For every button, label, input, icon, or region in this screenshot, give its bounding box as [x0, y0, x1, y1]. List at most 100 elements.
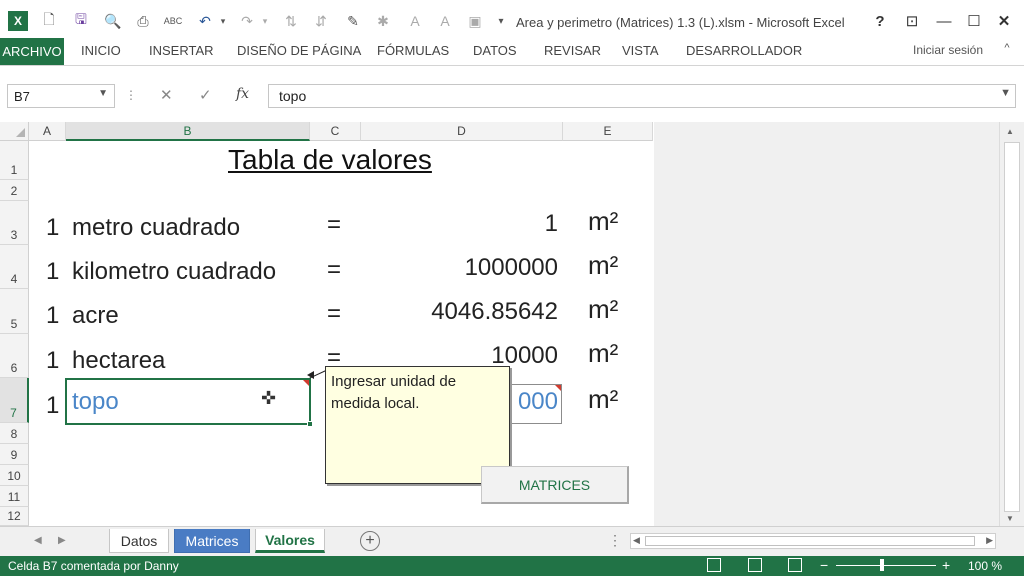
print-preview-icon[interactable]: 🔍 [104, 12, 122, 30]
add-sheet-button[interactable]: + [360, 531, 380, 551]
page-break-view-icon[interactable] [788, 558, 802, 572]
print-icon[interactable]: ⎙ [134, 12, 152, 30]
redo-icon[interactable]: ↷ [238, 12, 256, 30]
row-header-9[interactable]: 9 [0, 444, 29, 465]
cell-e3[interactable]: m² [588, 206, 618, 237]
tab-inicio[interactable]: INICIO [81, 43, 121, 58]
scroll-left-icon[interactable]: ◀ [633, 535, 640, 546]
cell-e7[interactable]: m² [588, 384, 618, 415]
tab-vista[interactable]: VISTA [622, 43, 659, 58]
text-case-icon[interactable]: A [436, 12, 454, 30]
spelling-icon[interactable]: ABC [164, 12, 183, 30]
redo-dropdown-icon[interactable]: ▾ [256, 12, 274, 30]
cell-a7[interactable]: 1 [46, 392, 59, 420]
tab-formulas[interactable]: FÓRMULAS [377, 43, 449, 58]
column-header-e[interactable]: E [563, 122, 653, 141]
column-header-a[interactable]: A [29, 122, 66, 141]
scroll-up-icon[interactable]: ▲ [1006, 127, 1014, 136]
cell-d5[interactable]: 4046.85642 [380, 298, 558, 326]
cell-b6[interactable]: hectarea [72, 347, 165, 375]
ribbon-display-button[interactable]: ⊡ [900, 10, 924, 32]
cancel-icon[interactable]: ✕ [160, 86, 173, 104]
row-header-4[interactable]: 4 [0, 245, 29, 289]
cell-e6[interactable]: m² [588, 338, 618, 369]
chevron-down-icon[interactable]: ▼ [1000, 87, 1011, 99]
name-box[interactable]: B7 ▼ [7, 84, 115, 108]
help-button[interactable]: ? [868, 10, 892, 32]
close-button[interactable]: ✕ [992, 10, 1016, 32]
save-icon[interactable]: 🖫 [72, 11, 90, 30]
cell-e4[interactable]: m² [588, 250, 618, 281]
cell-e5[interactable]: m² [588, 294, 618, 325]
vertical-scrollbar[interactable]: ▲ ▼ [999, 122, 1024, 526]
column-header-b[interactable]: B [66, 122, 310, 141]
row-header-6[interactable]: 6 [0, 334, 29, 378]
table-title[interactable]: Tabla de valores [228, 144, 432, 176]
tab-archivo[interactable]: ARCHIVO [0, 38, 64, 65]
sheet-tab-matrices[interactable]: Matrices [174, 529, 250, 553]
row-header-2[interactable]: 2 [0, 180, 29, 201]
cell-a6[interactable]: 1 [46, 347, 59, 375]
new-document-icon[interactable]: 🗋 [40, 11, 58, 30]
page-layout-view-icon[interactable] [748, 558, 762, 572]
sheet-tab-datos[interactable]: Datos [109, 529, 169, 553]
enter-icon[interactable]: ✓ [199, 86, 212, 104]
zoom-level[interactable]: 100 % [968, 559, 1002, 573]
column-header-d[interactable]: D [361, 122, 563, 141]
scroll-down-icon[interactable]: ▼ [1006, 514, 1014, 523]
tab-insertar[interactable]: INSERTAR [149, 43, 214, 58]
row-header-1[interactable]: 1 [0, 141, 29, 180]
chevron-down-icon[interactable]: ▼ [98, 88, 108, 99]
cell-b5[interactable]: acre [72, 302, 119, 330]
cell-a3[interactable]: 1 [46, 214, 59, 242]
row-header-12[interactable]: 12 [0, 507, 29, 526]
row-header-5[interactable]: 5 [0, 289, 29, 334]
sign-in-link[interactable]: Iniciar sesión [913, 43, 983, 57]
cell-d3[interactable]: 1 [380, 210, 558, 238]
insert-image-icon[interactable]: ▣ [466, 12, 484, 30]
sort-ascending-icon[interactable]: ⇅ [282, 12, 300, 30]
row-header-8[interactable]: 8 [0, 423, 29, 444]
sort-descending-icon[interactable]: ⇵ [312, 12, 330, 30]
cell-b7[interactable]: topo [72, 388, 119, 416]
row-header-3[interactable]: 3 [0, 201, 29, 245]
cell-a5[interactable]: 1 [46, 302, 59, 330]
horizontal-scroll-thumb[interactable] [645, 536, 975, 546]
next-sheet-icon[interactable]: ▶ [58, 535, 66, 546]
worksheet-grid[interactable]: A B C D E 1 2 3 4 5 6 7 8 9 10 11 12 ▲ ▼… [0, 122, 1024, 526]
previous-sheet-icon[interactable]: ◀ [34, 535, 42, 546]
undo-dropdown-icon[interactable]: ▾ [214, 12, 232, 30]
cell-b3[interactable]: metro cuadrado [72, 214, 240, 242]
tab-datos[interactable]: DATOS [473, 43, 517, 58]
customize-icon[interactable]: ▾ [492, 12, 510, 30]
tab-desarrollador[interactable]: DESARROLLADOR [686, 43, 802, 58]
ink-icon[interactable]: ✱ [374, 12, 392, 30]
sheet-tab-valores[interactable]: Valores [255, 529, 325, 553]
insert-function-icon[interactable]: fx [236, 86, 249, 102]
zoom-in-button[interactable]: + [942, 557, 950, 573]
row-header-7[interactable]: 7 [0, 378, 29, 423]
select-all-button[interactable] [0, 122, 29, 141]
cell-b4[interactable]: kilometro cuadrado [72, 258, 276, 286]
cell-d4[interactable]: 1000000 [380, 254, 558, 282]
zoom-slider[interactable] [836, 565, 936, 566]
tab-revisar[interactable]: REVISAR [544, 43, 601, 58]
maximize-button[interactable]: ☐ [962, 10, 986, 32]
expand-ribbon-icon[interactable]: ^ [998, 42, 1016, 60]
cell-c4[interactable]: = [327, 256, 341, 284]
cell-c3[interactable]: = [327, 211, 341, 239]
scroll-right-icon[interactable]: ▶ [986, 535, 993, 546]
format-painter-icon[interactable]: ✎ [344, 12, 362, 30]
row-header-10[interactable]: 10 [0, 465, 29, 486]
minimize-button[interactable]: — [932, 10, 956, 32]
matrices-button[interactable]: MATRICES [481, 466, 629, 504]
fill-handle[interactable] [307, 421, 313, 427]
row-header-11[interactable]: 11 [0, 486, 29, 507]
horizontal-scrollbar[interactable]: ◀ ▶ [630, 533, 996, 549]
more-options-icon[interactable]: ⋮ [125, 88, 137, 102]
zoom-out-button[interactable]: − [820, 557, 828, 573]
vertical-scroll-thumb[interactable] [1004, 142, 1020, 512]
normal-view-icon[interactable] [707, 558, 721, 572]
font-icon[interactable]: A [406, 12, 424, 30]
formula-input[interactable]: topo ▼ [268, 84, 1016, 108]
